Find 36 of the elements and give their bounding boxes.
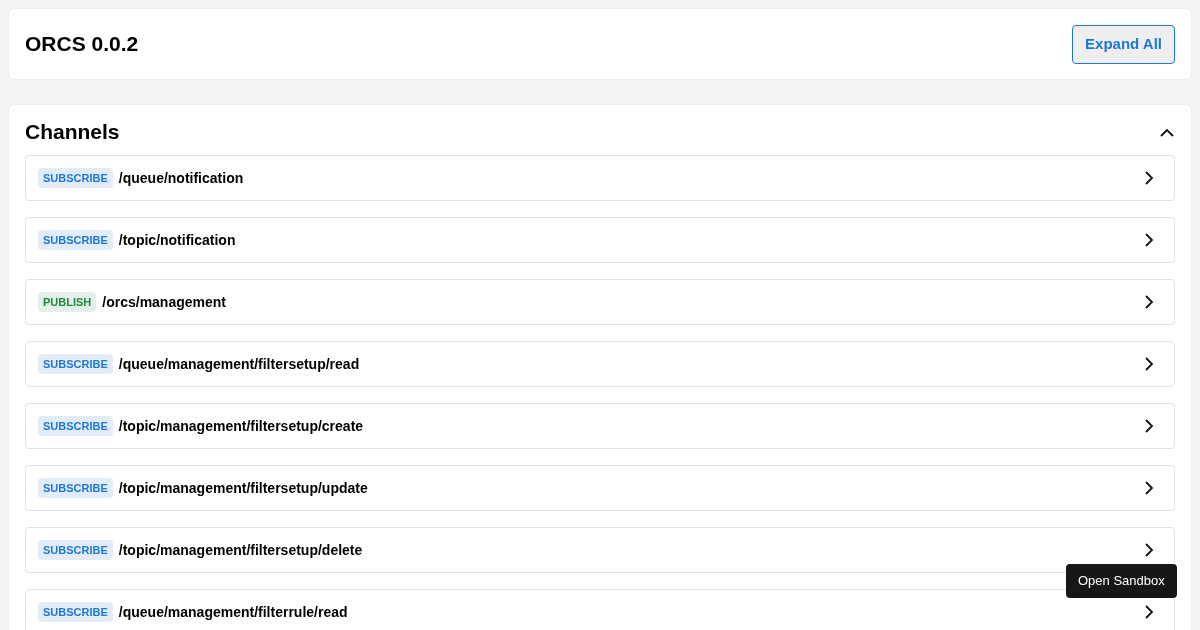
channel-row[interactable]: SUBSCRIBE /topic/management/filtersetup/delete — [25, 527, 1175, 573]
open-sandbox-button[interactable]: Open Sandbox — [1066, 564, 1177, 598]
channel-path: /topic/management/filtersetup/create — [118, 416, 364, 436]
channel-row[interactable]: SUBSCRIBE /queue/management/filterrule/read — [25, 589, 1175, 630]
channel-path: /orcs/management — [102, 292, 226, 312]
channel-path: /queue/management/filterrule/read — [118, 602, 348, 622]
app-title: ORCS 0.0.2 — [25, 31, 139, 58]
expand-all-button[interactable]: Expand All — [1072, 24, 1175, 64]
chevron-right-icon — [1145, 605, 1154, 619]
channel-row[interactable]: SUBSCRIBE /topic/notification — [25, 217, 1175, 263]
chevron-right-icon — [1145, 233, 1154, 247]
channel-path: /queue/notification — [118, 168, 244, 188]
channel-row[interactable]: SUBSCRIBE /queue/management/filtersetup/read — [25, 341, 1175, 387]
chevron-right-icon — [1145, 357, 1154, 371]
operation-badge: SUBSCRIBE — [38, 167, 113, 189]
section-title: Channels — [25, 119, 120, 146]
channel-path: /topic/management/filtersetup/update — [118, 478, 368, 498]
channel-path: /topic/notification — [118, 230, 236, 250]
channel-row[interactable]: PUBLISH /orcs/management — [25, 279, 1175, 325]
operation-badge: SUBSCRIBE — [38, 229, 113, 251]
operation-badge: PUBLISH — [38, 291, 97, 313]
chevron-right-icon — [1145, 171, 1154, 185]
channel-row[interactable]: SUBSCRIBE /topic/management/filtersetup/create — [25, 403, 1175, 449]
chevron-right-icon — [1145, 543, 1154, 557]
operation-badge: SUBSCRIBE — [38, 477, 113, 499]
chevron-right-icon — [1145, 419, 1154, 433]
operation-badge: SUBSCRIBE — [38, 415, 113, 437]
channel-path: /topic/management/filtersetup/delete — [118, 540, 363, 560]
channel-path: /queue/management/filtersetup/read — [118, 354, 360, 374]
operation-badge: SUBSCRIBE — [38, 539, 113, 561]
chevron-right-icon — [1145, 295, 1154, 309]
operation-badge: SUBSCRIBE — [38, 601, 113, 623]
operation-badge: SUBSCRIBE — [38, 353, 113, 375]
channel-row[interactable]: SUBSCRIBE /topic/management/filtersetup/update — [25, 465, 1175, 511]
chevron-right-icon — [1145, 481, 1154, 495]
channel-row[interactable]: SUBSCRIBE /queue/notification — [25, 155, 1175, 201]
